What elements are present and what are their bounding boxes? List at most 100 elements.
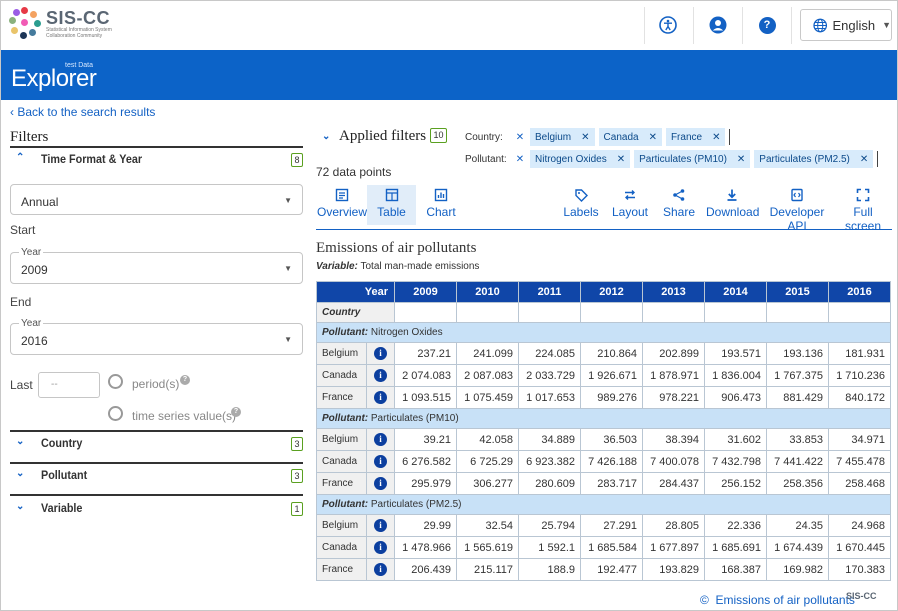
table-header-row: Year 2009 2010 2011 2012 2013 2014 2015 2016 (316, 281, 891, 303)
download-button[interactable]: Download (706, 185, 759, 225)
value-cell: 193.829 (642, 558, 705, 581)
info-icon[interactable]: i (374, 433, 387, 446)
filter-section-time[interactable]: ⌃ Time Format & Year 8 (10, 149, 303, 171)
end-year-select[interactable]: Year 2016 ▼ (10, 318, 303, 355)
end-label: End (10, 295, 32, 309)
chevron-down-icon: ⌄ (16, 468, 25, 479)
chip-belgium[interactable]: Belgium ✕ (530, 128, 595, 146)
info-icon[interactable]: i (374, 455, 387, 468)
footer-source-link[interactable]: © Emissions of air pollutants (700, 593, 855, 607)
footer-logo: SIS-CC (846, 591, 877, 601)
variable-value: Total man-made emissions (360, 261, 480, 272)
chip-label: France (670, 131, 703, 143)
series-radio[interactable] (108, 406, 123, 421)
value-cell: 7 426.188 (580, 450, 643, 473)
section-divider (10, 462, 303, 464)
language-label: English (832, 17, 876, 33)
accessibility-button[interactable] (653, 11, 683, 39)
value-cell: 28.805 (642, 514, 705, 537)
value-cell: 192.477 (580, 558, 643, 581)
period-radio[interactable] (108, 374, 123, 389)
chart-button[interactable]: Chart (422, 185, 460, 225)
value-cell: 295.979 (394, 472, 457, 495)
value-cell: 258.356 (766, 472, 829, 495)
info-icon[interactable]: i (374, 541, 387, 554)
value-cell: 978.221 (642, 386, 705, 409)
value-cell: 280.609 (518, 472, 581, 495)
info-icon[interactable]: i (374, 369, 387, 382)
info-icon[interactable]: i (374, 347, 387, 360)
close-icon[interactable]: ✕ (649, 132, 657, 143)
info-cell: i (366, 536, 395, 559)
filter-section-label: Country (41, 436, 83, 450)
help-button[interactable]: ? (752, 11, 782, 39)
globe-icon (813, 18, 828, 32)
labels-button[interactable]: Labels (561, 185, 601, 225)
download-icon (727, 189, 737, 201)
close-icon[interactable]: ✕ (860, 154, 868, 165)
developer-api-button[interactable]: Developer API (761, 185, 833, 233)
start-year-floating-label: Year (19, 247, 44, 258)
layout-button[interactable]: Layout (610, 185, 650, 225)
value-cell: 32.54 (456, 514, 519, 537)
chevron-down-icon: ⌄ (16, 501, 25, 512)
back-to-search-link[interactable]: ‹ Back to the search results (10, 105, 155, 119)
overview-button[interactable]: Overview (316, 185, 368, 225)
variable-label: Variable: (316, 261, 358, 272)
close-icon[interactable]: ✕ (581, 132, 589, 143)
close-icon[interactable]: ✕ (712, 132, 720, 143)
value-cell: 181.931 (828, 342, 891, 365)
info-icon[interactable]: i (374, 519, 387, 532)
value-cell: 1 565.619 (456, 536, 519, 559)
info-icon[interactable]: i (374, 391, 387, 404)
value-cell: 1 836.004 (704, 364, 767, 387)
empty-cell (766, 302, 829, 323)
chip-pm25[interactable]: Particulates (PM2.5) ✕ (754, 150, 874, 168)
filter-section-variable[interactable]: ⌄ Variable 1 (10, 498, 303, 520)
last-periods-input[interactable]: -- (38, 372, 100, 398)
explorer-brand[interactable]: Explorer (11, 65, 97, 93)
clear-country-icon[interactable]: ✕ (510, 132, 530, 143)
close-icon[interactable]: ✕ (737, 154, 745, 165)
filter-section-pollutant[interactable]: ⌄ Pollutant 3 (10, 465, 303, 487)
language-select[interactable]: English ▼ (800, 9, 892, 41)
table-row: Belgium i 29.99 32.54 25.794 27.291 28.805 22.3… (316, 514, 891, 537)
account-button[interactable] (703, 11, 733, 39)
table-row: Canada i 2 074.083 2 087.083 2 033.729 1 926.… (316, 364, 891, 387)
chip-nitrogen-oxides[interactable]: Nitrogen Oxides ✕ (530, 150, 631, 168)
close-icon[interactable]: ✕ (617, 154, 625, 165)
table-label: Table (377, 205, 406, 219)
chip-canada[interactable]: Canada ✕ (598, 128, 662, 146)
clear-pollutant-icon[interactable]: ✕ (510, 154, 530, 165)
pollutant-chip-row: Pollutant: ✕ Nitrogen Oxides ✕ Particulat… (465, 149, 879, 169)
value-cell: 7 455.478 (828, 450, 891, 473)
value-cell: 1 478.966 (394, 536, 457, 559)
info-icon[interactable]: i (374, 477, 387, 490)
share-icon (673, 189, 685, 201)
value-cell: 215.117 (456, 558, 519, 581)
start-year-select[interactable]: Year 2009 ▼ (10, 247, 303, 284)
frequency-select[interactable]: Annual ▼ (10, 184, 303, 215)
chip-pm10[interactable]: Particulates (PM10) ✕ (634, 150, 751, 168)
country-row-header: France (316, 472, 367, 495)
value-cell: 193.136 (766, 342, 829, 365)
info-icon[interactable]: i (374, 563, 387, 576)
share-button[interactable]: Share (660, 185, 698, 225)
chip-france[interactable]: France ✕ (665, 128, 726, 146)
sis-cc-logo[interactable]: SIS-CC Statistical Information System Co… (9, 7, 116, 41)
filter-count-badge: 3 (291, 437, 303, 451)
footer-source-label: Emissions of air pollutants (715, 593, 855, 607)
value-cell: 36.503 (580, 428, 643, 451)
chip-label: Particulates (PM2.5) (759, 153, 850, 165)
last-label: Last (10, 378, 33, 392)
filter-section-country[interactable]: ⌄ Country 3 (10, 433, 303, 455)
filter-count-badge: 3 (291, 469, 303, 483)
end-year-floating-label: Year (19, 318, 44, 329)
applied-filters-toggle[interactable]: ⌄ (322, 131, 330, 142)
table-button[interactable]: Table (367, 185, 416, 225)
value-cell: 237.21 (394, 342, 457, 365)
full-screen-button[interactable]: Full screen (836, 185, 890, 233)
empty-cell (828, 302, 891, 323)
filters-divider (10, 146, 303, 148)
value-cell: 906.473 (704, 386, 767, 409)
